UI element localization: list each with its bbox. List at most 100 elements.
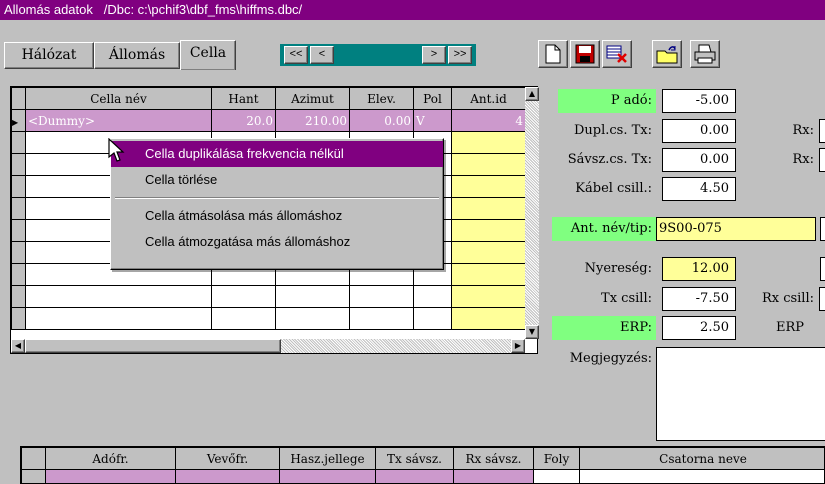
cell-empty[interactable] [451, 131, 526, 154]
first-record-button[interactable]: << [284, 46, 308, 64]
open-button[interactable] [652, 40, 682, 68]
table-row[interactable] [11, 285, 526, 308]
savsz-rx-label: Rx: [792, 152, 815, 167]
cell-azimut[interactable]: 210.00 [275, 109, 350, 132]
prev-record-button[interactable]: < [310, 46, 334, 64]
cell-hant[interactable]: 20.0 [211, 109, 276, 132]
rx-csill-field[interactable] [819, 287, 825, 311]
freq-cell[interactable] [375, 469, 454, 483]
scroll-thumb[interactable] [25, 339, 281, 353]
header-elev[interactable]: Elev. [349, 87, 414, 110]
header-ant-id[interactable]: Ant.id [451, 87, 526, 110]
delete-button[interactable] [602, 40, 632, 68]
cell-empty[interactable] [451, 285, 526, 308]
header-pol[interactable]: Pol [413, 87, 452, 110]
tab-halozat[interactable]: Hálózat [4, 42, 94, 69]
cell-empty[interactable] [25, 307, 212, 330]
nyereseg-label: Nyereség: [584, 261, 652, 276]
cell-name[interactable]: <Dummy> [25, 109, 212, 132]
window-title: Allomás adatok /Dbc: c:\pchif3\dbf_fms\h… [0, 0, 825, 20]
header-corner [11, 87, 26, 110]
next-record-button[interactable]: > [422, 46, 446, 64]
p-ado-field[interactable]: -5.00 [662, 89, 736, 113]
horizontal-scrollbar[interactable]: ◀ ▶ [11, 339, 525, 353]
header-rx-savsz[interactable]: Rx sávsz. [453, 447, 534, 470]
new-icon [545, 44, 561, 64]
menu-item-copy-cell[interactable]: Cella átmásolása más állomáshoz [111, 203, 443, 229]
ant-nev-field[interactable]: 9S00-075 [656, 217, 816, 241]
dupl-tx-label: Dupl.cs. Tx: [573, 123, 652, 138]
table-row[interactable] [21, 469, 824, 483]
header-azimut[interactable]: Azimut [275, 87, 350, 110]
header-hasz-jellege[interactable]: Hasz.jellege [279, 447, 376, 470]
row-indicator [11, 285, 26, 308]
cell-empty[interactable] [413, 285, 452, 308]
cell-empty[interactable] [451, 175, 526, 198]
cell-empty[interactable] [451, 307, 526, 330]
header-tx-savsz[interactable]: Tx sávsz. [375, 447, 454, 470]
tx-csill-field[interactable]: -7.50 [662, 287, 736, 311]
last-record-button[interactable]: >> [448, 46, 472, 64]
scroll-left-icon[interactable]: ◀ [11, 339, 25, 353]
scroll-right-icon[interactable]: ▶ [511, 339, 525, 353]
nyereseg-field[interactable]: 12.00 [662, 257, 736, 281]
dupl-tx-field[interactable]: 0.00 [662, 119, 736, 143]
cell-empty[interactable] [451, 241, 526, 264]
cell-empty[interactable] [211, 307, 276, 330]
cell-elev[interactable]: 0.00 [349, 109, 414, 132]
cell-empty[interactable] [275, 285, 350, 308]
megjegyzes-textarea[interactable] [656, 347, 825, 441]
kabel-field[interactable]: 4.50 [662, 177, 736, 201]
new-button[interactable] [538, 40, 568, 68]
ant-nev-label: Ant. név/tip: [552, 217, 656, 241]
cell-empty[interactable] [211, 285, 276, 308]
save-button[interactable] [570, 40, 600, 68]
row-indicator: ▶ [11, 109, 26, 132]
row-indicator [11, 307, 26, 330]
cell-empty[interactable] [451, 263, 526, 286]
cell-empty[interactable] [413, 307, 452, 330]
menu-item-move-cell[interactable]: Cella átmozgatása más állomáshoz [111, 229, 443, 255]
cell-empty[interactable] [349, 285, 414, 308]
scroll-down-icon[interactable]: ▼ [525, 325, 539, 339]
cell-empty[interactable] [275, 307, 350, 330]
freq-cell[interactable] [175, 469, 280, 483]
printer-icon [694, 44, 716, 64]
dupl-rx-field[interactable] [819, 119, 825, 143]
open-icon [656, 46, 678, 64]
ant-nev-extra[interactable] [820, 217, 825, 241]
header-foly[interactable]: Foly [533, 447, 580, 470]
header-adofr[interactable]: Adófr. [45, 447, 176, 470]
header-cella-nev[interactable]: Cella név [25, 87, 212, 110]
scroll-up-icon[interactable]: ▲ [525, 87, 539, 101]
row-indicator [11, 197, 26, 220]
cell-empty[interactable] [451, 153, 526, 176]
freq-cell[interactable] [279, 469, 376, 483]
menu-item-duplicate-cell[interactable]: Cella duplikálása frekvencia nélkül [111, 141, 443, 167]
header-csatorna-neve[interactable]: Csatorna neve [579, 447, 824, 470]
freq-grid[interactable]: Adófr. Vevőfr. Hasz.jellege Tx sávsz. Rx… [20, 446, 825, 484]
savsz-rx-field[interactable] [819, 148, 825, 172]
cell-empty[interactable] [349, 307, 414, 330]
freq-cell[interactable] [45, 469, 176, 483]
table-row[interactable] [11, 307, 526, 330]
foly-checkbox[interactable] [533, 469, 580, 483]
erp-field[interactable]: 2.50 [662, 316, 736, 340]
nyereseg-extra[interactable] [820, 257, 825, 281]
header-vevofr[interactable]: Vevőfr. [175, 447, 280, 470]
vertical-scrollbar[interactable]: ▲ ▼ [525, 87, 539, 339]
cell-pol[interactable]: V [413, 109, 452, 132]
savsz-tx-field[interactable]: 0.00 [662, 148, 736, 172]
print-button[interactable] [690, 40, 720, 68]
cell-empty[interactable] [451, 219, 526, 242]
freq-cell[interactable] [579, 469, 824, 483]
cell-empty[interactable] [25, 285, 212, 308]
menu-item-delete-cell[interactable]: Cella törlése [111, 167, 443, 193]
header-hant[interactable]: Hant [211, 87, 276, 110]
tab-allomas[interactable]: Állomás [94, 42, 180, 69]
cell-empty[interactable] [451, 197, 526, 220]
tab-cella[interactable]: Cella [180, 40, 236, 70]
table-row[interactable]: ▶ <Dummy> 20.0 210.00 0.00 V 4 [11, 109, 526, 132]
freq-cell[interactable] [453, 469, 534, 483]
cell-ant-id[interactable]: 4 [451, 109, 526, 132]
